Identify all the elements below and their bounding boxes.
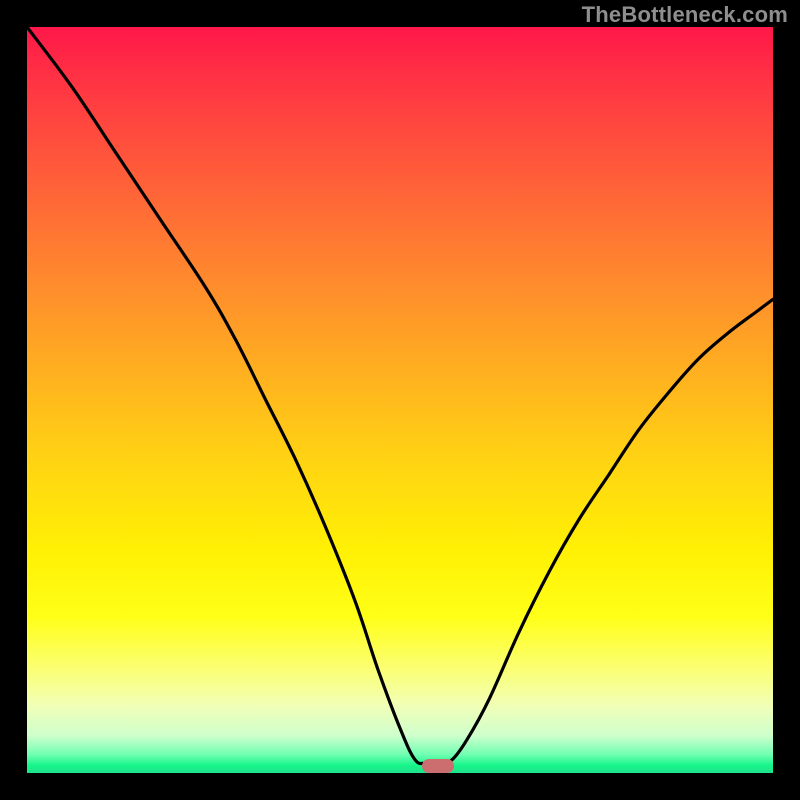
attribution-text: TheBottleneck.com <box>582 2 788 28</box>
bottleneck-curve <box>27 27 773 773</box>
curve-path <box>27 27 773 764</box>
chart-container: TheBottleneck.com <box>0 0 800 800</box>
optimal-marker <box>422 759 454 773</box>
plot-area <box>27 27 773 773</box>
